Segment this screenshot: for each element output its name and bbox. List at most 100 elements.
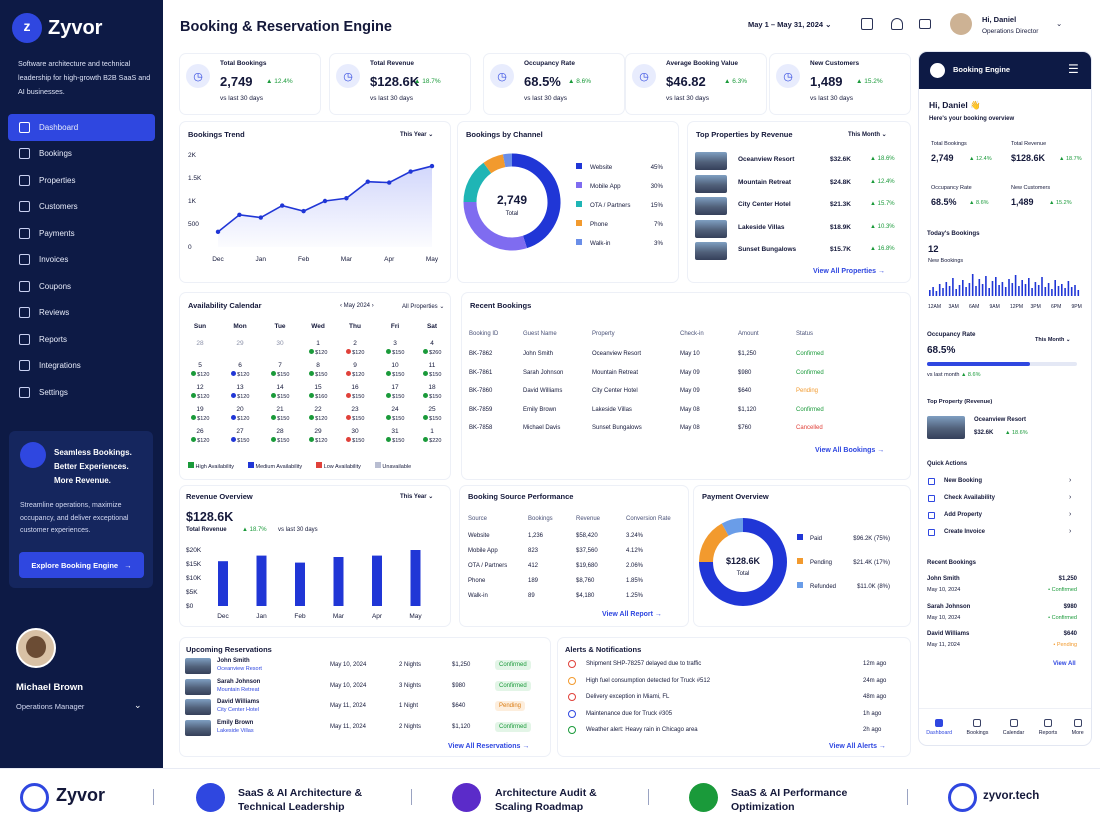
sidebar-item-customers[interactable]: Customers [8,194,155,221]
sidebar-item-reports[interactable]: Reports [8,326,155,353]
calendar-day[interactable]: 21 $150 [265,406,295,422]
calendar-day[interactable]: 16 $150 [340,384,370,400]
calendar-month-nav[interactable]: ‹ May 2024 › [340,303,374,309]
calendar-day[interactable]: 20 $120 [225,406,255,422]
mobile-tab-dashboard[interactable]: Dashboard [926,718,952,736]
chevron-down-icon[interactable]: ⌄ [1056,19,1062,28]
hamburger-menu-icon[interactable]: ☰ [1068,62,1079,76]
calendar-day[interactable]: 26 $120 [185,428,215,444]
mail-icon[interactable] [919,19,931,29]
sidebar-item-invoices[interactable]: Invoices [8,247,155,274]
trend-point[interactable] [387,180,392,185]
trend-point[interactable] [301,208,306,214]
calendar-day[interactable]: 30 $150 [340,428,370,444]
channel-slice[interactable] [502,153,513,168]
calendar-day[interactable]: 7 $150 [265,362,295,378]
calendar-day[interactable]: 18 $150 [417,384,447,400]
channel-slice[interactable] [463,162,492,203]
view-all-properties-link[interactable]: View All Properties → [813,268,885,275]
calendar-day[interactable]: 12 $120 [185,384,215,400]
calendar-day[interactable]: 15 $160 [303,384,333,400]
calendar-day[interactable]: 22 $120 [303,406,333,422]
avatar[interactable] [950,13,972,35]
sidebar-item-coupons[interactable]: Coupons [8,273,155,300]
mobile-view-all-link[interactable]: View All [1053,661,1076,667]
trend-point[interactable] [280,203,285,208]
avatar[interactable] [16,628,56,668]
mobile-tab-calendar[interactable]: Calendar [1003,718,1024,736]
trend-point[interactable] [344,196,349,201]
view-all-alerts-link[interactable]: View All Alerts → [829,743,886,750]
top-properties-period-select[interactable]: This Month ⌄ [848,131,887,138]
view-all-bookings-link[interactable]: View All Bookings → [815,447,884,454]
footer-url[interactable]: zyvor.tech [983,790,1039,802]
calendar-day[interactable]: 23 $150 [340,406,370,422]
table-row[interactable]: OTA / Partners 412 $19,680 2.06% [468,558,686,573]
mobile-occupancy-period-select[interactable]: This Month ⌄ [1035,337,1070,343]
sidebar-item-reviews[interactable]: Reviews [8,300,155,327]
sidebar-item-dashboard[interactable]: Dashboard [8,114,155,141]
table-row[interactable]: Phone 189 $8,760 1.85% [468,573,686,588]
calendar-icon[interactable] [861,18,873,30]
calendar-day[interactable]: 5 $120 [185,362,215,378]
revenue-bar[interactable] [410,550,421,606]
calendar-day[interactable]: 28 [185,340,215,356]
revenue-period-select[interactable]: This Year ⌄ [400,493,433,500]
calendar-day[interactable]: 9 $120 [340,362,370,378]
revenue-bar[interactable] [372,555,382,606]
sidebar-item-bookings[interactable]: Bookings [8,141,155,168]
calendar-day[interactable]: 1 $220 [417,428,447,444]
calendar-day[interactable]: 31 $150 [380,428,410,444]
calendar-day[interactable]: 14 $150 [265,384,295,400]
payment-slice[interactable] [699,523,729,563]
revenue-bar[interactable] [295,562,305,606]
calendar-day[interactable]: 4 $260 [417,340,447,356]
sidebar-item-properties[interactable]: Properties [8,167,155,194]
calendar-day[interactable]: 17 $150 [380,384,410,400]
table-row[interactable]: Walk-in 89 $4,180 1.25% [468,588,686,603]
calendar-day[interactable]: 3 $150 [380,340,410,356]
calendar-day[interactable]: 8 $150 [303,362,333,378]
trend-point[interactable] [408,169,413,174]
explore-booking-engine-button[interactable]: Explore Booking Engine → [19,552,144,578]
trend-point[interactable] [429,163,435,169]
table-row[interactable]: Website 1,236 $58,420 3.24% [468,528,686,543]
channel-slice[interactable] [483,154,506,174]
trend-point[interactable] [237,212,242,217]
payment-slice[interactable] [721,518,744,536]
calendar-day[interactable]: 29 $120 [303,428,333,444]
trend-point[interactable] [258,215,263,220]
bell-icon[interactable] [891,18,903,30]
trend-point[interactable] [215,229,221,235]
date-range-picker[interactable]: May 1 – May 31, 2024 ⌄ [748,20,831,29]
revenue-bar[interactable] [256,555,267,606]
trend-period-select[interactable]: This Year ⌄ [400,131,433,138]
revenue-bar[interactable] [218,561,228,606]
calendar-day[interactable]: 2 $120 [340,340,370,356]
table-row[interactable]: Mobile App 823 $37,560 4.12% [468,543,686,558]
view-all-reservations-link[interactable]: View All Reservations → [448,743,529,750]
calendar-filter-select[interactable]: All Properties ⌄ [402,303,444,310]
sidebar-item-payments[interactable]: Payments [8,220,155,247]
table-row[interactable]: BK-7860 David Williams City Center Hotel Ma… [469,382,856,401]
channel-slice[interactable] [463,201,527,251]
calendar-day[interactable]: 29 [225,340,255,356]
trend-point[interactable] [322,198,328,204]
calendar-day[interactable]: 24 $150 [380,406,410,422]
revenue-bar[interactable] [333,557,344,606]
calendar-day[interactable]: 19 $120 [185,406,215,422]
calendar-day[interactable]: 28 $150 [265,428,295,444]
table-row[interactable]: BK-7862 John Smith Oceanview Resort May 10 $… [469,345,856,364]
mobile-tab-reports[interactable]: Reports [1039,718,1057,736]
chevron-down-icon[interactable]: ⌄ [134,700,142,711]
calendar-day[interactable]: 11 $150 [417,362,447,378]
calendar-day[interactable]: 30 [265,340,295,356]
table-row[interactable]: BK-7858 Michael Davis Sunset Bungalows May … [469,419,856,438]
calendar-day[interactable]: 13 $120 [225,384,255,400]
sidebar-item-settings[interactable]: Settings [8,379,155,406]
mobile-tab-bookings[interactable]: Bookings [967,718,988,736]
calendar-day[interactable]: 25 $150 [417,406,447,422]
table-row[interactable]: BK-7861 Sarah Johnson Mountain Retreat May … [469,364,856,383]
calendar-day[interactable]: 6 $120 [225,362,255,378]
table-row[interactable]: BK-7859 Emily Brown Lakeside Villas May 08 $… [469,401,856,420]
